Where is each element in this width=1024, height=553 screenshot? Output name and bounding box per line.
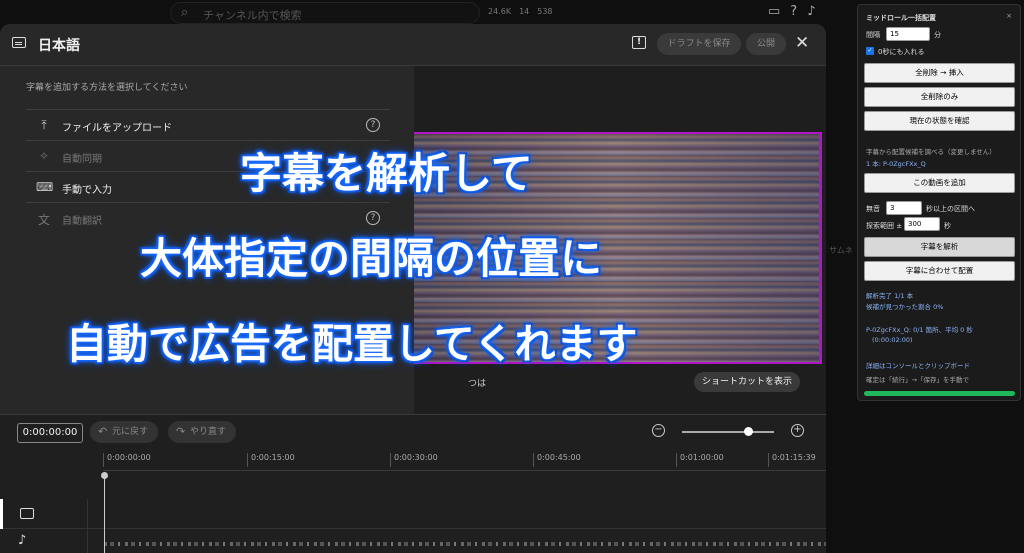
result-line3: P-0ZgcFXx_Q: 0/1 箇所、平均 0 秒 (866, 326, 973, 334)
midroll-bulk-panel: ミッドロール一括配置 × 間隔 15 分 ✓ 0秒にも入れる 全削除 → 挿入 … (857, 4, 1021, 401)
feedback-icon[interactable]: ▭ (768, 4, 780, 19)
time-ruler: 0:00:00:00 0:00:15:00 0:00:30:00 0:00:45… (103, 449, 826, 471)
audio-track-label: ♪ (0, 529, 88, 553)
redo-button[interactable]: ↷ やり直す (168, 421, 237, 443)
upload-icon: ⤒ (41, 118, 47, 132)
result-line1: 解析完了 1/1 本 (866, 292, 914, 300)
ruler-tick: 0:00:45:00 (533, 453, 581, 467)
save-draft-button[interactable]: ドラフトを保存 (657, 33, 741, 55)
ruler-tick: 0:00:15:00 (247, 453, 295, 467)
check-state-button[interactable]: 現在の状態を確認 (864, 111, 1015, 131)
search-placeholder: チャンネル内で検索 (203, 9, 302, 22)
range-label: 探索範囲 ± (866, 222, 903, 230)
search-input[interactable]: ⌕ チャンネル内で検索 (170, 2, 480, 24)
redo-icon: ↷ (176, 425, 186, 438)
option-upload-file[interactable]: ⤒ ファイルをアップロード ? (26, 109, 390, 140)
close-icon[interactable]: ✕ (795, 33, 809, 53)
option-label: ファイルをアップロード (62, 123, 172, 134)
timeline: 0:00:00:00 ↶ 元に戻す ↷ やり直す − + 0:00:00:00 … (0, 414, 826, 553)
stat-comments: 14 (519, 7, 530, 16)
subtitles-icon (20, 508, 34, 519)
zero-sec-label: 0秒にも入れる (878, 48, 925, 56)
subtitle-editor-dialog: 日本語 ! ドラフトを保存 公開 ✕ 字幕を追加する方法を選択してください ⤒ … (0, 24, 826, 553)
zoom-out-icon[interactable]: − (652, 424, 665, 437)
delete-all-only-button[interactable]: 全削除のみ (864, 87, 1015, 107)
select-method-label: 字幕を追加する方法を選択してください (26, 83, 188, 93)
confirm-note: 確定は「続行」→「保存」を手動で (866, 376, 969, 384)
subtitle-note: 字幕から配置候補を調べる（変更しません） (866, 148, 996, 156)
option-label: 自動同期 (62, 154, 102, 165)
silence-label: 無音 (866, 205, 880, 213)
detail-note: 詳細はコンソールとクリップボード (866, 362, 970, 370)
progress-bar (864, 391, 1015, 396)
place-by-subtitles-button[interactable]: 字幕に合わせて配置 (864, 261, 1015, 281)
option-label: 自動翻訳 (62, 216, 102, 227)
dialog-header: 日本語 ! ドラフトを保存 公開 ✕ (0, 24, 826, 66)
dialog-title: 日本語 (38, 38, 80, 54)
channel-stats: 24.6K 14 538 (488, 7, 553, 16)
option-label: 手動で入力 (62, 185, 112, 196)
zoom-slider-thumb[interactable] (744, 427, 754, 436)
help-icon[interactable]: ? (366, 118, 380, 132)
subtitles-icon (12, 37, 26, 48)
ruler-tick: 0:01:00:00 (676, 453, 724, 467)
delete-all-insert-button[interactable]: 全削除 → 挿入 (864, 63, 1015, 83)
analyze-subtitles-button[interactable]: 字幕を解析 (864, 237, 1015, 257)
result-line4: (0:00:02:00) (872, 336, 913, 344)
undo-label: 元に戻す (112, 427, 149, 437)
undo-button[interactable]: ↶ 元に戻す (90, 421, 159, 443)
publish-button[interactable]: 公開 (746, 33, 786, 55)
video-count: 1 本: P-0ZgcFXx_Q (866, 160, 926, 168)
playhead[interactable] (101, 472, 108, 553)
translate-icon: 文 (37, 213, 50, 227)
ruler-tick: 0:01:15:39 (768, 453, 816, 467)
music-note-icon: ♪ (18, 533, 27, 548)
silence-suffix: 秒以上の区間へ (926, 205, 975, 213)
bell-icon[interactable]: ♪ (807, 4, 815, 19)
feedback-icon[interactable]: ! (632, 36, 646, 49)
zoom-in-icon[interactable]: + (791, 424, 804, 437)
stat-views: 24.6K (488, 7, 512, 16)
audio-waveform (104, 542, 826, 546)
ruler-tick: 0:00:30:00 (390, 453, 438, 467)
help-icon[interactable]: ? (790, 4, 797, 19)
overlay-caption-line2: 大体指定の間隔の位置に (140, 234, 603, 283)
side-label: サムネ (829, 246, 853, 255)
range-unit: 秒 (944, 222, 951, 230)
add-video-button[interactable]: この動画を追加 (864, 173, 1015, 193)
help-icon[interactable]: ? (366, 211, 380, 225)
interval-label: 間隔 (866, 31, 880, 39)
ruler-tick: 0:00:00:00 (103, 453, 151, 467)
range-input[interactable]: 300 (904, 217, 940, 231)
stat-likes: 538 (537, 7, 553, 16)
interval-input[interactable]: 15 (886, 27, 930, 41)
timecode-display[interactable]: 0:00:00:00 (17, 423, 83, 443)
panel-title: ミッドロール一括配置 (866, 14, 936, 22)
sparkle-icon: ✧ (38, 149, 50, 163)
search-icon: ⌕ (181, 5, 189, 20)
top-icons: ▭ ? ♪ (768, 4, 816, 19)
overlay-caption-line1: 字幕を解析して (240, 149, 533, 198)
zoom-slider[interactable] (682, 431, 774, 433)
show-shortcuts-button[interactable]: ショートカットを表示 (694, 372, 801, 392)
zero-sec-checkbox[interactable]: ✓ (866, 47, 874, 55)
redo-label: やり直す (190, 427, 227, 437)
keyboard-icon: ⌨ (36, 180, 54, 194)
subtitle-track-label (0, 499, 88, 529)
interval-unit: 分 (934, 31, 941, 39)
result-line2: 候補が見つかった割合 0% (866, 303, 944, 311)
subtitle-track[interactable] (0, 499, 826, 529)
overlay-caption-line3: 自動で広告を配置してくれます (66, 320, 638, 368)
panel-close-icon[interactable]: × (1006, 12, 1012, 20)
audio-track[interactable]: ♪ (0, 529, 826, 553)
silence-input[interactable]: 3 (886, 201, 922, 215)
video-caption-fragment: つは (468, 379, 487, 389)
undo-icon: ↶ (98, 425, 108, 438)
